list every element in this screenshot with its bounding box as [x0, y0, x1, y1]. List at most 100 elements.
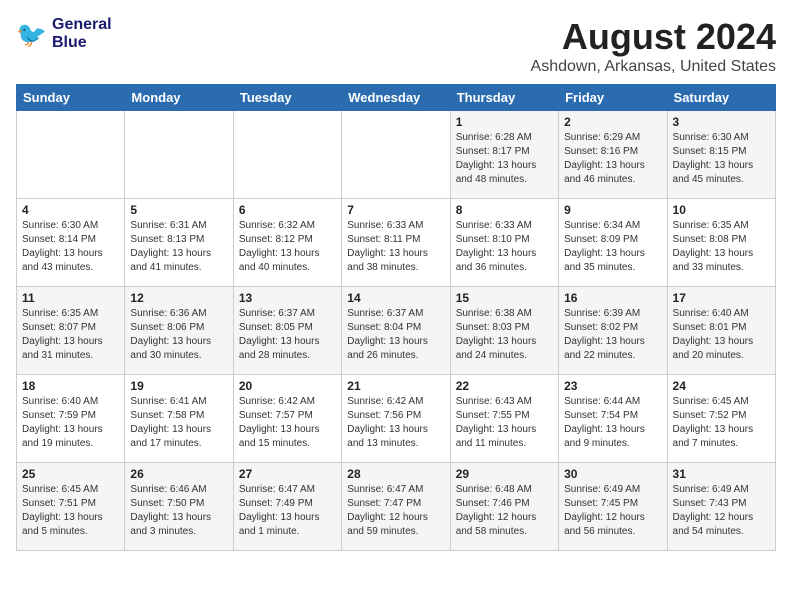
- calendar-cell: 30Sunrise: 6:49 AM Sunset: 7:45 PM Dayli…: [559, 463, 667, 551]
- calendar-cell: 10 Sunrise: 6:35 AM Sunset: 8:08 PM Dayli…: [667, 199, 775, 287]
- calendar-cell: 16 Sunrise: 6:39 AM Sunset: 8:02 PM Dayli…: [559, 287, 667, 375]
- day-number: 31: [673, 467, 770, 481]
- calendar-cell: 11 Sunrise: 6:35 AM Sunset: 8:07 PM Dayli…: [17, 287, 125, 375]
- day-detail: Sunrise: 6:37 AM Sunset: 8:05 PM Dayligh…: [239, 307, 336, 363]
- day-detail: Sunrise: 6:49 AM Sunset: 7:43 PM Dayligh…: [673, 483, 770, 539]
- day-number: 19: [130, 379, 227, 393]
- day-header-thursday: Thursday: [450, 85, 558, 111]
- day-detail: Sunrise: 6:45 AM Sunset: 7:52 PM Dayligh…: [673, 395, 770, 451]
- day-number: 4: [22, 203, 119, 217]
- calendar-cell: [342, 111, 450, 199]
- calendar-cell: 7 Sunrise: 6:33 AM Sunset: 8:11 PM Daylig…: [342, 199, 450, 287]
- calendar-cell: 14 Sunrise: 6:37 AM Sunset: 8:04 PM Dayli…: [342, 287, 450, 375]
- day-number: 21: [347, 379, 444, 393]
- calendar-cell: 4 Sunrise: 6:30 AM Sunset: 8:14 PM Daylig…: [17, 199, 125, 287]
- week-row-2: 4 Sunrise: 6:30 AM Sunset: 8:14 PM Daylig…: [17, 199, 776, 287]
- day-detail: Sunrise: 6:40 AM Sunset: 7:59 PM Dayligh…: [22, 395, 119, 451]
- day-detail: Sunrise: 6:41 AM Sunset: 7:58 PM Dayligh…: [130, 395, 227, 451]
- day-number: 14: [347, 291, 444, 305]
- calendar-cell: 26Sunrise: 6:46 AM Sunset: 7:50 PM Dayli…: [125, 463, 233, 551]
- day-number: 18: [22, 379, 119, 393]
- day-detail: Sunrise: 6:43 AM Sunset: 7:55 PM Dayligh…: [456, 395, 553, 451]
- day-detail: Sunrise: 6:31 AM Sunset: 8:13 PM Dayligh…: [130, 219, 227, 275]
- calendar-cell: 1Sunrise: 6:28 AM Sunset: 8:17 PM Daylig…: [450, 111, 558, 199]
- day-header-friday: Friday: [559, 85, 667, 111]
- calendar-cell: [125, 111, 233, 199]
- calendar-cell: 6Sunrise: 6:32 AM Sunset: 8:12 PM Daylig…: [233, 199, 341, 287]
- day-detail: Sunrise: 6:47 AM Sunset: 7:49 PM Dayligh…: [239, 483, 336, 539]
- calendar-cell: 25Sunrise: 6:45 AM Sunset: 7:51 PM Dayli…: [17, 463, 125, 551]
- day-number: 3: [673, 115, 770, 129]
- day-detail: Sunrise: 6:39 AM Sunset: 8:02 PM Dayligh…: [564, 307, 661, 363]
- day-number: 11: [22, 291, 119, 305]
- day-number: 13: [239, 291, 336, 305]
- calendar-cell: 13 Sunrise: 6:37 AM Sunset: 8:05 PM Dayli…: [233, 287, 341, 375]
- logo-text: General Blue: [52, 16, 112, 51]
- calendar-cell: 24 Sunrise: 6:45 AM Sunset: 7:52 PM Dayli…: [667, 375, 775, 463]
- calendar-cell: 8 Sunrise: 6:33 AM Sunset: 8:10 PM Daylig…: [450, 199, 558, 287]
- day-detail: Sunrise: 6:30 AM Sunset: 8:15 PM Dayligh…: [673, 131, 770, 187]
- day-number: 9: [564, 203, 661, 217]
- calendar-body: 1Sunrise: 6:28 AM Sunset: 8:17 PM Daylig…: [17, 111, 776, 551]
- day-detail: Sunrise: 6:49 AM Sunset: 7:45 PM Dayligh…: [564, 483, 661, 539]
- day-number: 15: [456, 291, 553, 305]
- day-number: 22: [456, 379, 553, 393]
- day-detail: Sunrise: 6:32 AM Sunset: 8:12 PM Dayligh…: [239, 219, 336, 275]
- calendar-cell: [17, 111, 125, 199]
- logo: 🐦 General Blue: [16, 16, 112, 51]
- day-header-sunday: Sunday: [17, 85, 125, 111]
- calendar-cell: 23Sunrise: 6:44 AM Sunset: 7:54 PM Dayli…: [559, 375, 667, 463]
- calendar-cell: 29Sunrise: 6:48 AM Sunset: 7:46 PM Dayli…: [450, 463, 558, 551]
- calendar-cell: 15Sunrise: 6:38 AM Sunset: 8:03 PM Dayli…: [450, 287, 558, 375]
- calendar-cell: 21 Sunrise: 6:42 AM Sunset: 7:56 PM Dayli…: [342, 375, 450, 463]
- svg-text:🐦: 🐦: [16, 20, 47, 48]
- day-detail: Sunrise: 6:35 AM Sunset: 8:07 PM Dayligh…: [22, 307, 119, 363]
- day-header-monday: Monday: [125, 85, 233, 111]
- calendar-cell: [233, 111, 341, 199]
- day-number: 12: [130, 291, 227, 305]
- subtitle: Ashdown, Arkansas, United States: [531, 58, 776, 76]
- week-row-1: 1Sunrise: 6:28 AM Sunset: 8:17 PM Daylig…: [17, 111, 776, 199]
- calendar-cell: 20 Sunrise: 6:42 AM Sunset: 7:57 PM Dayli…: [233, 375, 341, 463]
- logo-line1: General: [52, 16, 112, 33]
- day-detail: Sunrise: 6:35 AM Sunset: 8:08 PM Dayligh…: [673, 219, 770, 275]
- week-row-4: 18 Sunrise: 6:40 AM Sunset: 7:59 PM Dayli…: [17, 375, 776, 463]
- day-number: 26: [130, 467, 227, 481]
- logo-icon: 🐦: [16, 18, 48, 50]
- page-header: 🐦 General Blue August 2024 Ashdown, Arka…: [16, 16, 776, 76]
- calendar-cell: 2Sunrise: 6:29 AM Sunset: 8:16 PM Daylig…: [559, 111, 667, 199]
- day-detail: Sunrise: 6:33 AM Sunset: 8:11 PM Dayligh…: [347, 219, 444, 275]
- day-detail: Sunrise: 6:30 AM Sunset: 8:14 PM Dayligh…: [22, 219, 119, 275]
- calendar-cell: 3 Sunrise: 6:30 AM Sunset: 8:15 PM Daylig…: [667, 111, 775, 199]
- day-detail: Sunrise: 6:40 AM Sunset: 8:01 PM Dayligh…: [673, 307, 770, 363]
- day-number: 27: [239, 467, 336, 481]
- day-detail: Sunrise: 6:47 AM Sunset: 7:47 PM Dayligh…: [347, 483, 444, 539]
- day-detail: Sunrise: 6:33 AM Sunset: 8:10 PM Dayligh…: [456, 219, 553, 275]
- day-detail: Sunrise: 6:34 AM Sunset: 8:09 PM Dayligh…: [564, 219, 661, 275]
- calendar-cell: 18 Sunrise: 6:40 AM Sunset: 7:59 PM Dayli…: [17, 375, 125, 463]
- day-number: 5: [130, 203, 227, 217]
- day-detail: Sunrise: 6:37 AM Sunset: 8:04 PM Dayligh…: [347, 307, 444, 363]
- day-number: 1: [456, 115, 553, 129]
- calendar-cell: 17Sunrise: 6:40 AM Sunset: 8:01 PM Dayli…: [667, 287, 775, 375]
- calendar-cell: 19 Sunrise: 6:41 AM Sunset: 7:58 PM Dayli…: [125, 375, 233, 463]
- day-number: 20: [239, 379, 336, 393]
- calendar-cell: 22 Sunrise: 6:43 AM Sunset: 7:55 PM Dayli…: [450, 375, 558, 463]
- logo-line2: Blue: [52, 34, 87, 51]
- day-header-saturday: Saturday: [667, 85, 775, 111]
- day-number: 16: [564, 291, 661, 305]
- day-detail: Sunrise: 6:45 AM Sunset: 7:51 PM Dayligh…: [22, 483, 119, 539]
- day-number: 10: [673, 203, 770, 217]
- day-number: 8: [456, 203, 553, 217]
- header-row: SundayMondayTuesdayWednesdayThursdayFrid…: [17, 85, 776, 111]
- day-number: 29: [456, 467, 553, 481]
- day-number: 7: [347, 203, 444, 217]
- calendar-cell: 12 Sunrise: 6:36 AM Sunset: 8:06 PM Dayli…: [125, 287, 233, 375]
- day-detail: Sunrise: 6:44 AM Sunset: 7:54 PM Dayligh…: [564, 395, 661, 451]
- day-detail: Sunrise: 6:42 AM Sunset: 7:56 PM Dayligh…: [347, 395, 444, 451]
- calendar-cell: 5 Sunrise: 6:31 AM Sunset: 8:13 PM Daylig…: [125, 199, 233, 287]
- day-number: 24: [673, 379, 770, 393]
- calendar-header: SundayMondayTuesdayWednesdayThursdayFrid…: [17, 85, 776, 111]
- day-detail: Sunrise: 6:42 AM Sunset: 7:57 PM Dayligh…: [239, 395, 336, 451]
- day-detail: Sunrise: 6:36 AM Sunset: 8:06 PM Dayligh…: [130, 307, 227, 363]
